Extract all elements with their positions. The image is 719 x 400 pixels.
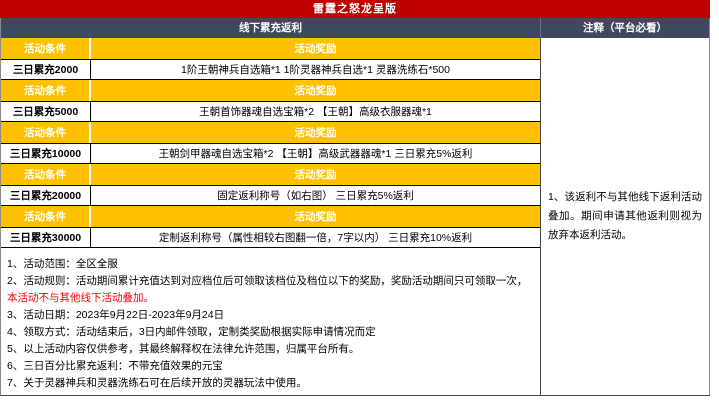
game-version-title: 雷霆之怒龙呈版 <box>0 0 710 18</box>
reward-column-header: 活动奖励 <box>294 85 337 97</box>
note-line-3: 3、活动日期：2023年9月22日-2023年9月24日 <box>7 307 534 324</box>
annotation-section: 注释（平台必看） 1、该返利不与其他线下返利活动叠加。期间申请其他返利则视为放弃… <box>540 18 710 395</box>
recharge-rebate-sheet: 雷霆之怒龙呈版 线下累充返利 活动条件 活动奖励 三日累充2000 1阶王朝神兵… <box>0 0 710 396</box>
rules-notes-section: 1、活动范围：全区全服 2、活动规则：活动期间累计充值达到对应档位后可领取该档位… <box>1 248 540 395</box>
tier-reward-cell: 1阶王朝神兵自选箱*1 1阶灵器神兵自选*1 灵器洗练石*500 <box>181 64 450 76</box>
tier-header-row: 活动条件 活动奖励 <box>1 206 540 227</box>
tier-reward-cell: 固定返利称号（如右图） 三日累充5%返利 <box>217 190 414 202</box>
tier-header-row: 活动条件 活动奖励 <box>1 164 540 185</box>
note-text: 7、关于灵器神兵和灵器洗练石可在后续开放的灵器玩法中使用。 <box>7 377 307 389</box>
rebate-table-section: 线下累充返利 活动条件 活动奖励 三日累充2000 1阶王朝神兵自选箱*1 1阶… <box>1 18 541 395</box>
annotation-note: 1、该返利不与其他线下返利活动叠加。期间申请其他返利则视为放弃本返利活动。 <box>548 191 702 241</box>
tier-header-row: 活动条件 活动奖励 <box>1 38 540 59</box>
note-line-5: 5、以上活动内容仅供参考，其最终解释权在法律允许范围，归属平台所有。 <box>7 341 534 358</box>
reward-column-header: 活动奖励 <box>294 211 337 223</box>
tier-row-10000: 三日累充10000 王朝剑甲器魂自选宝箱*2 【王朝】高级武器器魂*1 三日累充… <box>1 143 540 164</box>
note-line-1: 1、活动范围：全区全服 <box>7 256 534 273</box>
sheet-body: 线下累充返利 活动条件 活动奖励 三日累充2000 1阶王朝神兵自选箱*1 1阶… <box>0 18 710 396</box>
tier-condition-cell: 三日累充30000 <box>1 228 91 247</box>
tier-row-5000: 三日累充5000 王朝首饰器魂自选宝箱*2 【王朝】高级衣服器魂*1 <box>1 101 540 122</box>
note-text: 4、领取方式：活动结束后，3日内邮件领取，定制类奖励根据实际申请情况而定 <box>7 326 376 338</box>
note-text: 3、活动日期：2023年9月22日-2023年9月24日 <box>7 309 225 321</box>
reward-column-header: 活动奖励 <box>294 127 337 139</box>
tier-header-row: 活动条件 活动奖励 <box>1 80 540 101</box>
note-text: 5、以上活动内容仅供参考，其最终解释权在法律允许范围，归属平台所有。 <box>7 343 360 355</box>
annotation-section-header: 注释（平台必看） <box>540 18 709 38</box>
note-line-2: 2、活动规则：活动期间累计充值达到对应档位后可领取该档位及档位以下的奖励，奖励活… <box>7 273 534 307</box>
tier-row-30000: 三日累充30000 定制返利称号（属性相较右图翻一倍，7字以内） 三日累充10%… <box>1 227 540 248</box>
condition-column-header: 活动条件 <box>1 38 91 59</box>
tier-condition-cell: 三日累充5000 <box>1 102 91 121</box>
tier-reward-cell: 定制返利称号（属性相较右图翻一倍，7字以内） 三日累充10%返利 <box>158 232 473 244</box>
tier-condition-cell: 三日累充10000 <box>1 144 91 163</box>
tier-condition-cell: 三日累充20000 <box>1 186 91 205</box>
tier-table: 活动条件 活动奖励 三日累充2000 1阶王朝神兵自选箱*1 1阶灵器神兵自选*… <box>1 38 540 248</box>
tier-condition-cell: 三日累充2000 <box>1 60 91 79</box>
note-text: 1、活动范围：全区全服 <box>7 258 118 270</box>
condition-column-header: 活动条件 <box>1 206 91 227</box>
tier-row-20000: 三日累充20000 固定返利称号（如右图） 三日累充5%返利 <box>1 185 540 206</box>
note-line-4: 4、领取方式：活动结束后，3日内邮件领取，定制类奖励根据实际申请情况而定 <box>7 324 534 341</box>
tier-header-row: 活动条件 活动奖励 <box>1 122 540 143</box>
condition-column-header: 活动条件 <box>1 80 91 101</box>
note-text: 6、三日百分比累充返利：不带充值效果的元宝 <box>7 360 223 372</box>
condition-column-header: 活动条件 <box>1 164 91 185</box>
reward-column-header: 活动奖励 <box>294 169 337 181</box>
note-text: 2、活动规则：活动期间累计充值达到对应档位后可领取该档位及档位以下的奖励，奖励活… <box>7 275 528 287</box>
rebate-section-header: 线下累充返利 <box>1 18 540 38</box>
note-line-6: 6、三日百分比累充返利：不带充值效果的元宝 <box>7 358 534 375</box>
note-highlight-text: 本活动不与其他线下活动叠加。 <box>7 292 154 304</box>
reward-column-header: 活动奖励 <box>294 43 337 55</box>
note-line-7: 7、关于灵器神兵和灵器洗练石可在后续开放的灵器玩法中使用。 <box>7 375 534 392</box>
tier-reward-cell: 王朝首饰器魂自选宝箱*2 【王朝】高级衣服器魂*1 <box>199 106 432 118</box>
tier-reward-cell: 王朝剑甲器魂自选宝箱*2 【王朝】高级武器器魂*1 三日累充5%返利 <box>158 148 473 160</box>
tier-row-2000: 三日累充2000 1阶王朝神兵自选箱*1 1阶灵器神兵自选*1 灵器洗练石*50… <box>1 59 540 80</box>
condition-column-header: 活动条件 <box>1 122 91 143</box>
